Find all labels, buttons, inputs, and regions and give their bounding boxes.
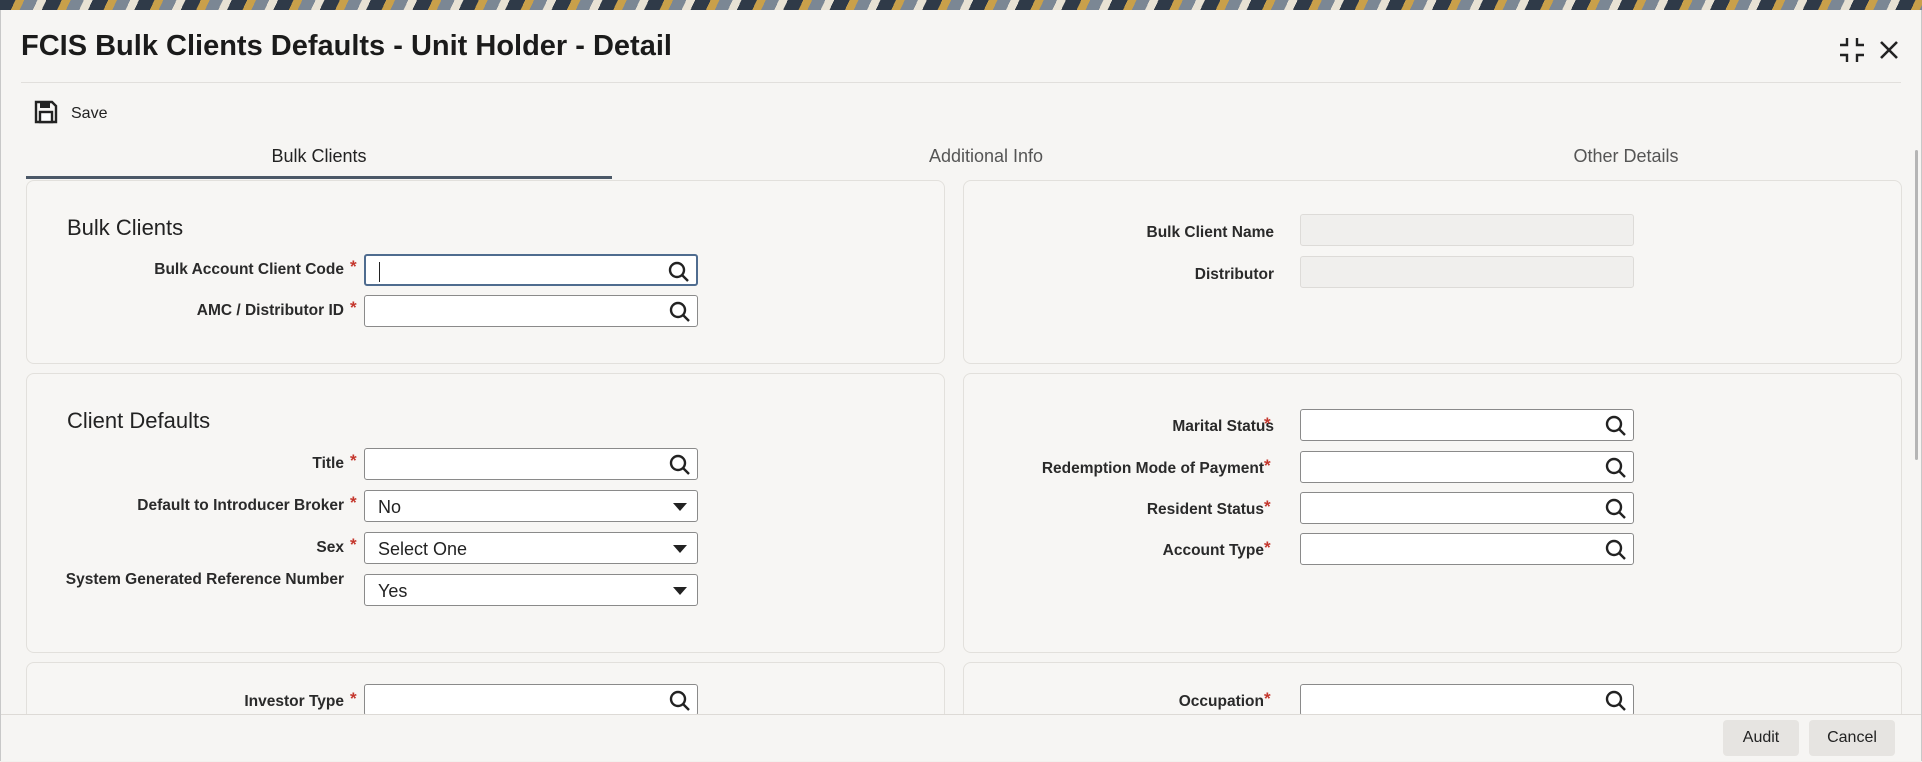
default-to-introducer-broker-select[interactable]: No	[364, 490, 698, 522]
search-icon[interactable]	[1605, 539, 1627, 561]
title-divider	[21, 82, 1901, 83]
marital-status-input[interactable]	[1300, 409, 1634, 441]
search-icon[interactable]	[668, 261, 690, 283]
tab-bar: Bulk Clients Additional Info Other Detai…	[26, 136, 1906, 180]
required-marker: *	[350, 689, 357, 708]
amc-distributor-id-input[interactable]	[364, 295, 698, 327]
footer-bar	[1, 714, 1921, 761]
audit-button[interactable]: Audit	[1723, 720, 1799, 756]
bulk-account-client-code-input[interactable]	[364, 254, 698, 286]
account-type-label: Account Type	[1162, 542, 1264, 559]
search-icon[interactable]	[669, 301, 691, 323]
required-marker: *	[1264, 689, 1271, 708]
bulk-account-client-code-label: Bulk Account Client Code	[154, 261, 344, 278]
redemption-mode-of-payment-input[interactable]	[1300, 451, 1634, 483]
investor-type-label: Investor Type	[244, 693, 344, 710]
chevron-down-icon	[673, 587, 687, 595]
investor-type-input[interactable]	[364, 684, 698, 716]
vertical-scrollbar[interactable]	[1915, 150, 1918, 460]
search-icon[interactable]	[1605, 457, 1627, 479]
client-defaults-right-panel: Marital Status * Redemption Mode of Paym…	[963, 373, 1902, 653]
amc-distributor-id-label: AMC / Distributor ID	[196, 302, 344, 319]
title-label: Title	[312, 455, 344, 472]
required-marker: *	[1264, 456, 1271, 475]
account-type-input[interactable]	[1300, 533, 1634, 565]
search-icon[interactable]	[669, 454, 691, 476]
required-marker: *	[1264, 414, 1271, 433]
save-icon	[33, 99, 59, 130]
chevron-down-icon	[673, 545, 687, 553]
bulk-clients-panel: Bulk Clients Bulk Account Client Code * …	[26, 180, 945, 364]
minimize-restore-icon[interactable]	[1836, 34, 1868, 66]
dialog-window: FCIS Bulk Clients Defaults - Unit Holder…	[0, 10, 1922, 761]
chevron-down-icon	[673, 503, 687, 511]
search-icon[interactable]	[1605, 498, 1627, 520]
required-marker: *	[1264, 538, 1271, 557]
cancel-button[interactable]: Cancel	[1809, 720, 1895, 756]
required-marker: *	[350, 298, 357, 317]
title-input[interactable]	[364, 448, 698, 480]
tab-bulk-clients[interactable]: Bulk Clients	[26, 136, 612, 176]
client-defaults-panel: Client Defaults Title * Default to Intro…	[26, 373, 945, 653]
distributor-label: Distributor	[1194, 266, 1274, 283]
search-icon[interactable]	[1605, 415, 1627, 437]
sex-label: Sex	[316, 539, 344, 556]
default-to-introducer-broker-label: Default to Introducer Broker	[137, 497, 344, 514]
save-label: Save	[71, 105, 108, 122]
top-decorative-strip	[0, 0, 1922, 10]
system-generated-reference-number-label: System Generated Reference Number	[65, 571, 344, 588]
required-marker: *	[350, 257, 357, 276]
required-marker: *	[1264, 497, 1271, 516]
required-marker: *	[350, 451, 357, 470]
required-marker: *	[350, 493, 357, 512]
text-cursor	[379, 262, 380, 282]
bulk-client-name-label: Bulk Client Name	[1146, 224, 1274, 241]
section-title-client-defaults: Client Defaults	[67, 408, 211, 433]
distributor-field	[1300, 256, 1634, 288]
sex-select[interactable]: Select One	[364, 532, 698, 564]
bulk-client-info-panel: Bulk Client Name Distributor	[963, 180, 1902, 364]
save-button[interactable]: Save	[33, 98, 107, 130]
tab-additional-info[interactable]: Additional Info	[666, 136, 1306, 176]
section-title-bulk-clients: Bulk Clients	[67, 215, 184, 240]
search-icon[interactable]	[669, 690, 691, 712]
resident-status-input[interactable]	[1300, 492, 1634, 524]
window-title: FCIS Bulk Clients Defaults - Unit Holder…	[21, 30, 672, 62]
required-marker: *	[350, 535, 357, 554]
redemption-mode-of-payment-label: Redemption Mode of Payment	[1041, 460, 1264, 477]
active-tab-indicator	[26, 176, 612, 179]
resident-status-label: Resident Status	[1146, 501, 1264, 518]
system-generated-reference-number-select[interactable]: Yes	[364, 574, 698, 606]
close-icon[interactable]	[1873, 34, 1905, 66]
marital-status-label: Marital Status	[1172, 418, 1274, 435]
search-icon[interactable]	[1605, 690, 1627, 712]
occupation-label: Occupation	[1178, 693, 1264, 710]
occupation-input[interactable]	[1300, 684, 1634, 716]
bulk-client-name-field	[1300, 214, 1634, 246]
tab-other-details[interactable]: Other Details	[1306, 136, 1922, 176]
